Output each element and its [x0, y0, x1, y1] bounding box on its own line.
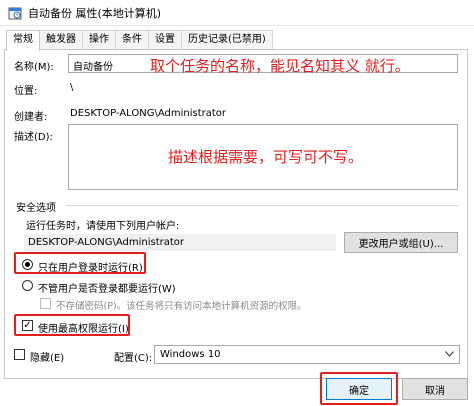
- tab-triggers[interactable]: 触发器: [39, 30, 83, 50]
- location-label: 位置:: [14, 86, 38, 97]
- checkmark-icon: ✓: [23, 320, 32, 331]
- author-label: 创建者:: [14, 112, 48, 123]
- ok-button[interactable]: 确定: [326, 378, 392, 400]
- ok-button-label: 确定: [349, 385, 369, 397]
- security-section-title: 安全选项: [16, 203, 56, 214]
- chevron-down-icon: [445, 349, 454, 360]
- configure-label: 配置(C):: [114, 353, 153, 364]
- run-as-label: 运行任务时，请使用下列用户帐户:: [26, 221, 180, 232]
- window-title: 自动备份 属性(本地计算机): [28, 6, 162, 20]
- hidden-label[interactable]: 隐藏(E): [30, 349, 64, 364]
- name-label: 名称(M):: [14, 62, 54, 73]
- configure-select-value: Windows 10: [160, 349, 221, 360]
- highest-privileges-label[interactable]: 使用最高权限运行(I): [38, 320, 129, 335]
- task-scheduler-icon: [8, 6, 22, 20]
- tab-strip: 常规 触发器 操作 条件 设置 历史记录(已禁用): [6, 30, 273, 51]
- author-value: DESKTOP-ALONG\Administrator: [70, 108, 227, 119]
- cancel-button[interactable]: 取消: [402, 378, 468, 400]
- checkbox-no-store-password[interactable]: [40, 298, 51, 309]
- location-value: \: [70, 82, 74, 93]
- radio-whether-logged-on-label[interactable]: 不管用户是否登录都要运行(W): [38, 280, 176, 295]
- tab-history[interactable]: 历史记录(已禁用): [181, 30, 273, 50]
- radio-whether-logged-on[interactable]: [22, 280, 33, 291]
- configure-select[interactable]: Windows 10: [154, 345, 460, 364]
- change-user-button[interactable]: 更改用户或组(U)...: [344, 232, 458, 253]
- change-user-button-label: 更改用户或组(U)...: [358, 239, 444, 250]
- description-annotation: 描述根据需要，可写可不写。: [168, 148, 364, 166]
- tab-settings[interactable]: 设置: [148, 30, 182, 50]
- run-as-user-value: DESKTOP-ALONG\Administrator: [28, 237, 185, 248]
- tab-general[interactable]: 常规: [6, 30, 40, 51]
- checkbox-highest-privileges[interactable]: ✓: [22, 320, 33, 331]
- run-as-user: DESKTOP-ALONG\Administrator: [24, 234, 336, 251]
- description-label: 描述(D):: [14, 132, 53, 143]
- title-bar: 自动备份 属性(本地计算机): [0, 0, 474, 26]
- radio-logged-on[interactable]: [22, 259, 33, 270]
- name-input-value: 自动备份: [73, 62, 113, 73]
- section-divider: [66, 205, 458, 206]
- tab-actions[interactable]: 操作: [82, 30, 116, 50]
- radio-logged-on-label[interactable]: 只在用户登录时运行(R): [38, 259, 143, 274]
- name-annotation: 取个任务的名称，能见名知其义 就行。: [150, 57, 410, 75]
- no-store-password-label: 不存储密码(P)。该任务将只有访问本地计算机资源的权限。: [56, 301, 307, 312]
- cancel-button-label: 取消: [425, 385, 445, 397]
- checkbox-hidden[interactable]: [14, 349, 25, 360]
- tab-conditions[interactable]: 条件: [115, 30, 149, 50]
